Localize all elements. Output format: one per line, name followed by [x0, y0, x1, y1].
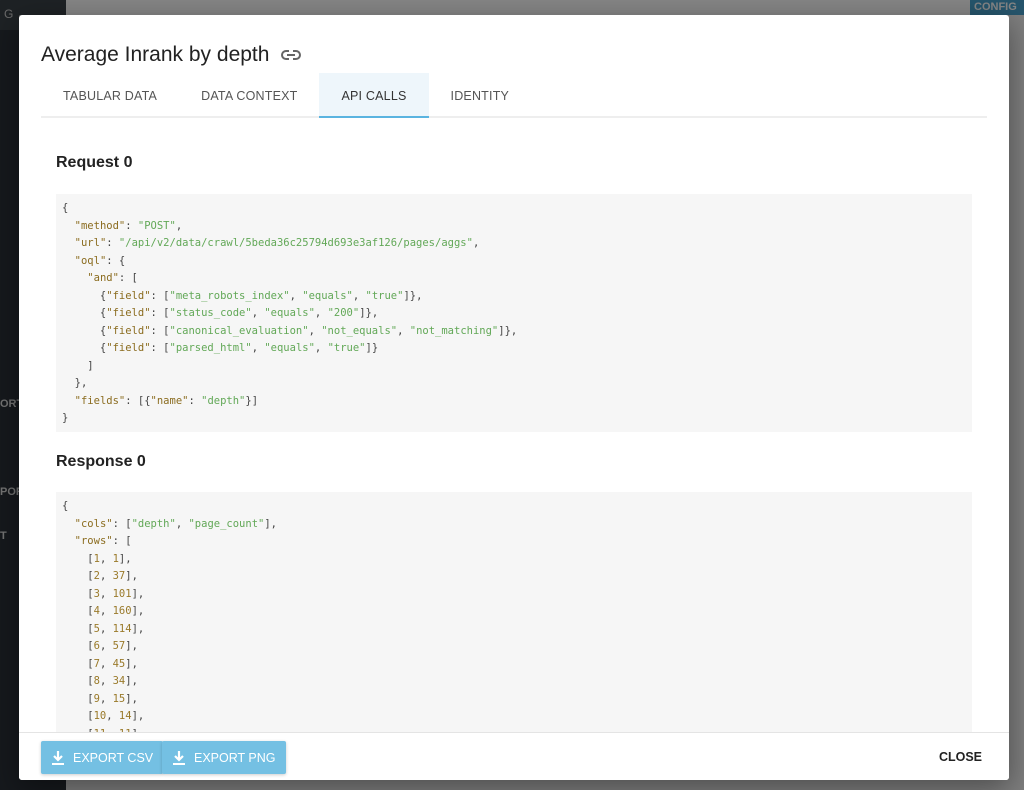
- code-line: "method": "POST",: [74, 219, 183, 232]
- code-line: [7, 45],: [62, 657, 138, 670]
- api-calls-dialog: Average Inrank by depth TABULAR DATA DAT…: [19, 15, 1009, 780]
- request-code-block: { "method": "POST", "url": "/api/v2/data…: [56, 194, 972, 432]
- link-icon[interactable]: [281, 49, 302, 61]
- download-icon: [52, 750, 64, 765]
- code-line: {"field": ["canonical_evaluation", "not_…: [62, 324, 518, 337]
- tab-identity[interactable]: IDENTITY: [429, 73, 532, 118]
- code-line: {: [62, 500, 69, 512]
- dialog-title: Average Inrank by depth: [41, 43, 302, 67]
- tab-tabular-data[interactable]: TABULAR DATA: [41, 73, 179, 118]
- export-csv-label: EXPORT CSV: [73, 750, 154, 765]
- code-line: [4, 160],: [62, 605, 145, 617]
- code-line: {"field": ["status_code", "equals", "200…: [62, 307, 379, 319]
- code-line: "fields": [{"name": "depth"}]: [74, 394, 259, 407]
- code-line: [3, 101],: [62, 587, 145, 600]
- code-line: "cols": ["depth", "page_count"],: [74, 517, 277, 530]
- tab-api-calls[interactable]: API CALLS: [319, 73, 429, 118]
- tab-bar: TABULAR DATA DATA CONTEXT API CALLS IDEN…: [41, 73, 987, 118]
- code-line: {"field": ["parsed_html", "equals", "tru…: [62, 342, 379, 354]
- code-line: ]: [62, 359, 94, 372]
- export-png-label: EXPORT PNG: [194, 750, 276, 765]
- code-line: [10, 14],: [62, 710, 145, 722]
- code-line: [5, 114],: [62, 622, 145, 635]
- export-csv-button[interactable]: EXPORT CSV: [41, 741, 164, 774]
- code-line: [8, 34],: [62, 675, 138, 687]
- dialog-title-text: Average Inrank by depth: [41, 43, 270, 66]
- request-heading: Request 0: [56, 154, 133, 171]
- response-heading: Response 0: [56, 453, 146, 470]
- code-line: "rows": [: [74, 535, 132, 547]
- code-line: [6, 57],: [62, 640, 138, 652]
- code-line: [2, 37],: [62, 570, 138, 582]
- code-line: "oql": {: [74, 254, 126, 267]
- code-line: {"field": ["meta_robots_index", "equals"…: [62, 289, 423, 302]
- dialog-body[interactable]: Request 0 { "method": "POST", "url": "/a…: [56, 120, 972, 732]
- close-button[interactable]: CLOSE: [939, 750, 982, 764]
- code-line: {: [62, 202, 69, 214]
- code-line: }: [62, 412, 69, 424]
- response-code-block: { "cols": ["depth", "page_count"], "rows…: [56, 492, 972, 732]
- code-line: "url": "/api/v2/data/crawl/5beda36c25794…: [74, 237, 480, 249]
- code-line: },: [62, 377, 88, 389]
- export-png-button[interactable]: EXPORT PNG: [162, 741, 286, 774]
- tab-data-context[interactable]: DATA CONTEXT: [179, 73, 319, 118]
- code-line: "and": [: [87, 272, 138, 284]
- code-line: [1, 1],: [62, 552, 132, 565]
- download-icon: [173, 750, 185, 765]
- code-line: [9, 15],: [62, 692, 138, 705]
- dialog-footer: EXPORT CSV EXPORT PNG CLOSE: [19, 732, 1009, 780]
